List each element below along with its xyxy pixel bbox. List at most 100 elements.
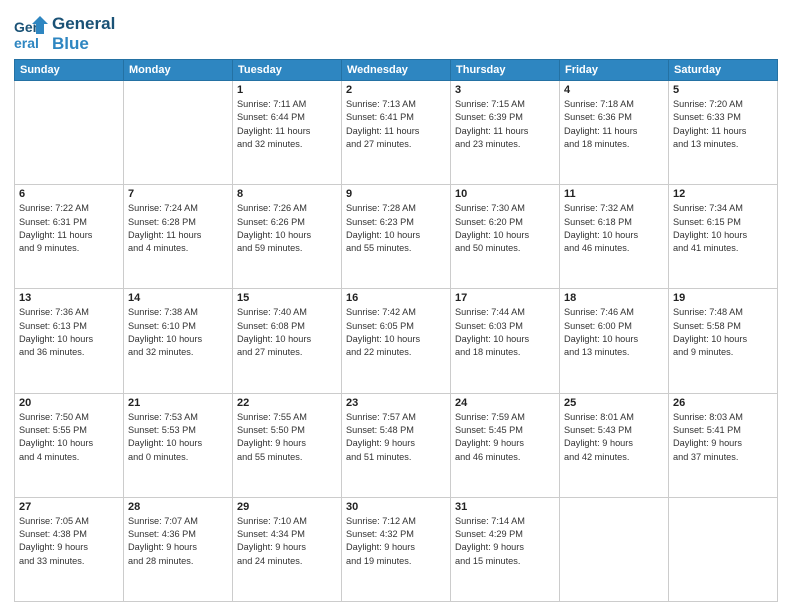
day-info: Sunrise: 7:14 AMSunset: 4:29 PMDaylight:… (455, 515, 555, 568)
day-number: 15 (237, 292, 337, 304)
day-number: 18 (564, 292, 664, 304)
day-info: Sunrise: 8:01 AMSunset: 5:43 PMDaylight:… (564, 411, 664, 464)
calendar-cell: 11 Sunrise: 7:32 AMSunset: 6:18 PMDayligh… (560, 185, 669, 289)
calendar-cell: 28 Sunrise: 7:07 AMSunset: 4:36 PMDayligh… (124, 497, 233, 601)
calendar-header-row: SundayMondayTuesdayWednesdayThursdayFrid… (15, 60, 778, 81)
calendar-cell: 19 Sunrise: 7:48 AMSunset: 5:58 PMDayligh… (669, 289, 778, 393)
day-info: Sunrise: 7:40 AMSunset: 6:08 PMDaylight:… (237, 306, 337, 359)
calendar-cell: 31 Sunrise: 7:14 AMSunset: 4:29 PMDayligh… (451, 497, 560, 601)
day-number: 7 (128, 188, 228, 200)
day-number: 31 (455, 501, 555, 513)
day-info: Sunrise: 7:13 AMSunset: 6:41 PMDaylight:… (346, 98, 446, 151)
calendar-cell: 12 Sunrise: 7:34 AMSunset: 6:15 PMDayligh… (669, 185, 778, 289)
day-info: Sunrise: 7:07 AMSunset: 4:36 PMDaylight:… (128, 515, 228, 568)
calendar-cell: 26 Sunrise: 8:03 AMSunset: 5:41 PMDayligh… (669, 393, 778, 497)
calendar-cell: 7Sunrise: 7:24 AMSunset: 6:28 PMDaylight… (124, 185, 233, 289)
day-number: 23 (346, 397, 446, 409)
calendar-cell: 6Sunrise: 7:22 AMSunset: 6:31 PMDaylight… (15, 185, 124, 289)
day-number: 30 (346, 501, 446, 513)
day-info: Sunrise: 7:28 AMSunset: 6:23 PMDaylight:… (346, 202, 446, 255)
day-info: Sunrise: 7:20 AMSunset: 6:33 PMDaylight:… (673, 98, 773, 151)
day-info: Sunrise: 7:42 AMSunset: 6:05 PMDaylight:… (346, 306, 446, 359)
calendar-header-thursday: Thursday (451, 60, 560, 81)
day-number: 28 (128, 501, 228, 513)
day-number: 2 (346, 84, 446, 96)
calendar-week-5: 27 Sunrise: 7:05 AMSunset: 4:38 PMDayligh… (15, 497, 778, 601)
calendar-week-4: 20 Sunrise: 7:50 AMSunset: 5:55 PMDayligh… (15, 393, 778, 497)
calendar-cell: 3 Sunrise: 7:15 AMSunset: 6:39 PMDaylight… (451, 81, 560, 185)
calendar-cell: 29 Sunrise: 7:10 AMSunset: 4:34 PMDayligh… (233, 497, 342, 601)
calendar-cell: 20 Sunrise: 7:50 AMSunset: 5:55 PMDayligh… (15, 393, 124, 497)
calendar-cell (124, 81, 233, 185)
header: Gen eral GeneralBlue (14, 10, 778, 53)
day-number: 3 (455, 84, 555, 96)
day-number: 19 (673, 292, 773, 304)
day-number: 17 (455, 292, 555, 304)
calendar-cell: 10Sunrise: 7:30 AMSunset: 6:20 PMDayligh… (451, 185, 560, 289)
calendar-cell: 17Sunrise: 7:44 AMSunset: 6:03 PMDayligh… (451, 289, 560, 393)
day-number: 21 (128, 397, 228, 409)
calendar-cell: 25Sunrise: 8:01 AMSunset: 5:43 PMDayligh… (560, 393, 669, 497)
day-info: Sunrise: 7:59 AMSunset: 5:45 PMDaylight:… (455, 411, 555, 464)
day-number: 26 (673, 397, 773, 409)
day-number: 16 (346, 292, 446, 304)
day-info: Sunrise: 7:15 AMSunset: 6:39 PMDaylight:… (455, 98, 555, 151)
calendar-cell: 2 Sunrise: 7:13 AMSunset: 6:41 PMDaylight… (342, 81, 451, 185)
calendar-cell: 14 Sunrise: 7:38 AMSunset: 6:10 PMDayligh… (124, 289, 233, 393)
day-info: Sunrise: 7:12 AMSunset: 4:32 PMDaylight:… (346, 515, 446, 568)
calendar-cell: 24 Sunrise: 7:59 AMSunset: 5:45 PMDayligh… (451, 393, 560, 497)
day-info: Sunrise: 7:50 AMSunset: 5:55 PMDaylight:… (19, 411, 119, 464)
day-info: Sunrise: 7:10 AMSunset: 4:34 PMDaylight:… (237, 515, 337, 568)
calendar-cell: 16 Sunrise: 7:42 AMSunset: 6:05 PMDayligh… (342, 289, 451, 393)
calendar-cell (560, 497, 669, 601)
day-number: 4 (564, 84, 664, 96)
day-info: Sunrise: 7:22 AMSunset: 6:31 PMDaylight:… (19, 202, 119, 255)
calendar-cell: 22 Sunrise: 7:55 AMSunset: 5:50 PMDayligh… (233, 393, 342, 497)
calendar-header-monday: Monday (124, 60, 233, 81)
day-number: 29 (237, 501, 337, 513)
calendar-header-tuesday: Tuesday (233, 60, 342, 81)
calendar-cell (15, 81, 124, 185)
day-number: 8 (237, 188, 337, 200)
calendar-cell: 23 Sunrise: 7:57 AMSunset: 5:48 PMDayligh… (342, 393, 451, 497)
day-info: Sunrise: 7:26 AMSunset: 6:26 PMDaylight:… (237, 202, 337, 255)
calendar-header-friday: Friday (560, 60, 669, 81)
calendar-cell: 8 Sunrise: 7:26 AMSunset: 6:26 PMDaylight… (233, 185, 342, 289)
day-info: Sunrise: 7:46 AMSunset: 6:00 PMDaylight:… (564, 306, 664, 359)
calendar-cell: 13Sunrise: 7:36 AMSunset: 6:13 PMDayligh… (15, 289, 124, 393)
calendar-cell: 18 Sunrise: 7:46 AMSunset: 6:00 PMDayligh… (560, 289, 669, 393)
day-info: Sunrise: 7:32 AMSunset: 6:18 PMDaylight:… (564, 202, 664, 255)
calendar-cell: 9 Sunrise: 7:28 AMSunset: 6:23 PMDaylight… (342, 185, 451, 289)
day-info: Sunrise: 7:34 AMSunset: 6:15 PMDaylight:… (673, 202, 773, 255)
logo: Gen eral GeneralBlue (14, 14, 115, 53)
calendar-cell: 4Sunrise: 7:18 AMSunset: 6:36 PMDaylight… (560, 81, 669, 185)
day-info: Sunrise: 7:57 AMSunset: 5:48 PMDaylight:… (346, 411, 446, 464)
calendar-header-saturday: Saturday (669, 60, 778, 81)
day-number: 12 (673, 188, 773, 200)
day-number: 11 (564, 188, 664, 200)
day-info: Sunrise: 7:11 AMSunset: 6:44 PMDaylight:… (237, 98, 337, 151)
day-info: Sunrise: 7:38 AMSunset: 6:10 PMDaylight:… (128, 306, 228, 359)
day-info: Sunrise: 7:55 AMSunset: 5:50 PMDaylight:… (237, 411, 337, 464)
day-info: Sunrise: 8:03 AMSunset: 5:41 PMDaylight:… (673, 411, 773, 464)
calendar-week-2: 6Sunrise: 7:22 AMSunset: 6:31 PMDaylight… (15, 185, 778, 289)
calendar-header-wednesday: Wednesday (342, 60, 451, 81)
day-info: Sunrise: 7:48 AMSunset: 5:58 PMDaylight:… (673, 306, 773, 359)
calendar-cell: 1Sunrise: 7:11 AMSunset: 6:44 PMDaylight… (233, 81, 342, 185)
day-number: 22 (237, 397, 337, 409)
calendar-cell: 27 Sunrise: 7:05 AMSunset: 4:38 PMDayligh… (15, 497, 124, 601)
calendar-cell: 30 Sunrise: 7:12 AMSunset: 4:32 PMDayligh… (342, 497, 451, 601)
calendar-cell: 21Sunrise: 7:53 AMSunset: 5:53 PMDayligh… (124, 393, 233, 497)
day-info: Sunrise: 7:05 AMSunset: 4:38 PMDaylight:… (19, 515, 119, 568)
day-info: Sunrise: 7:30 AMSunset: 6:20 PMDaylight:… (455, 202, 555, 255)
day-number: 5 (673, 84, 773, 96)
day-number: 20 (19, 397, 119, 409)
calendar-week-1: 1Sunrise: 7:11 AMSunset: 6:44 PMDaylight… (15, 81, 778, 185)
calendar-week-3: 13Sunrise: 7:36 AMSunset: 6:13 PMDayligh… (15, 289, 778, 393)
day-number: 27 (19, 501, 119, 513)
day-number: 24 (455, 397, 555, 409)
calendar-cell (669, 497, 778, 601)
day-number: 14 (128, 292, 228, 304)
calendar-header-sunday: Sunday (15, 60, 124, 81)
day-number: 9 (346, 188, 446, 200)
